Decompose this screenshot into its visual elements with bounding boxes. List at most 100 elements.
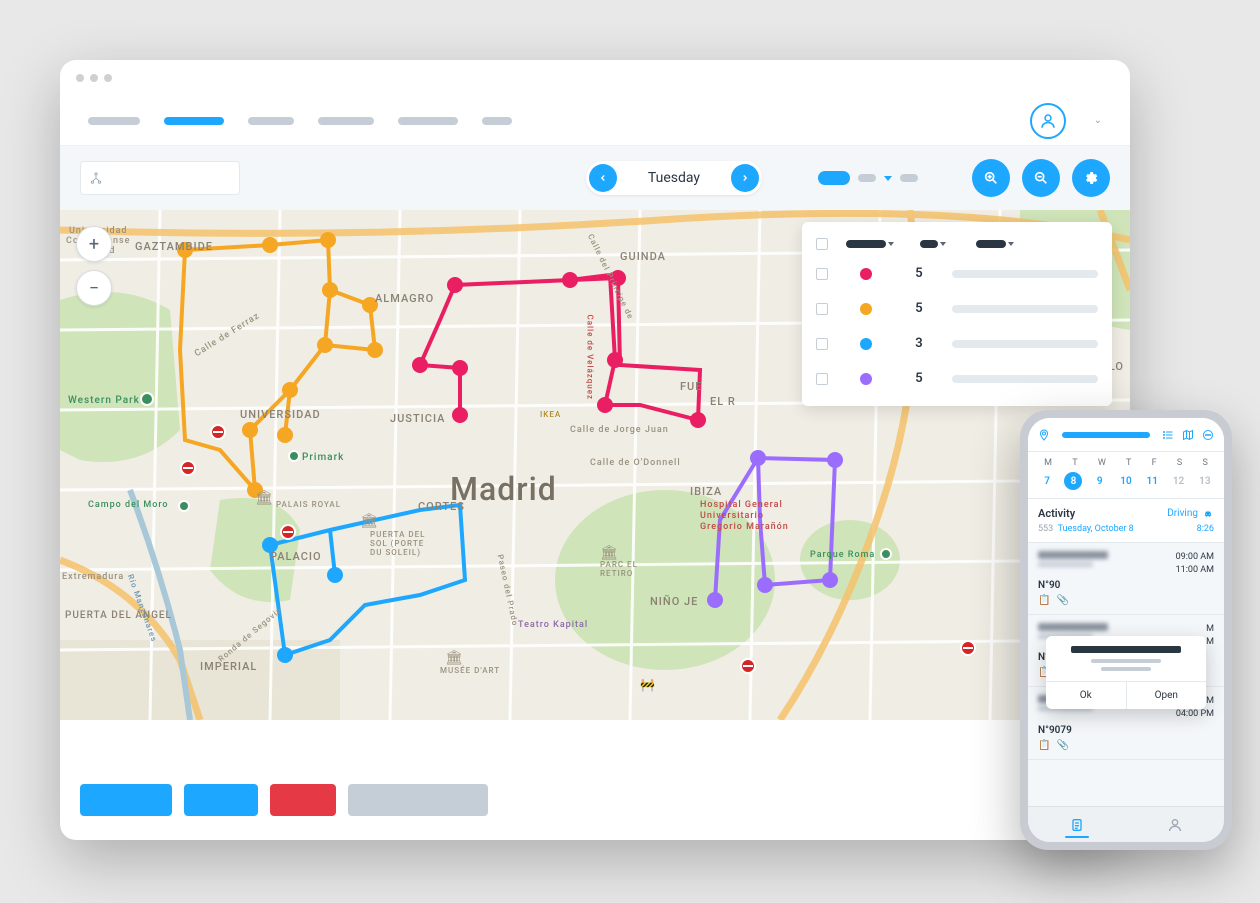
select-all-checkbox[interactable] [816,238,828,250]
nav-item[interactable] [318,117,374,125]
nav-item[interactable] [482,117,512,125]
map-area-label: PUERTA DEL ÁNGEL [65,610,172,621]
activity-time: 8:26 [1197,524,1214,534]
poi-dot [178,500,190,512]
map[interactable]: GAZTAMBIDE ALMAGRO GUINDA QUINTANA UNIVE… [60,210,1130,720]
day-letter: S [1202,458,1207,468]
day-selector: Tuesday [586,161,762,195]
poi-dot [880,548,892,560]
route-checkbox[interactable] [816,268,828,280]
footer-button-1[interactable] [80,784,172,816]
phone-screen: MTWTFSS 78910111213 Activity Driving 553… [1028,418,1224,842]
phone-activity-section: Activity Driving 553 Tuesday, October 8 … [1028,499,1224,543]
map-poi: Teatro Kapital [518,620,588,630]
route-color-dot [860,338,872,350]
no-entry-icon [180,460,196,476]
route-count: 5 [904,266,934,281]
phone-popup: Ok Open [1046,636,1206,709]
map-hospital: Hospital General Universitario Gregorio … [700,500,789,532]
clipboard-icon [1069,817,1085,833]
next-day-button[interactable] [731,164,759,192]
map-poi: Campo del Moro [88,500,169,510]
nav-item[interactable] [398,117,458,125]
filter-pill [818,171,850,185]
phone-list-item[interactable]: 09:00 AM11:00 AMN°90📋📎 [1028,543,1224,615]
activity-date: Tuesday, October 8 [1058,524,1134,534]
date-cell[interactable]: 12 [1170,472,1188,490]
phone-date-row: 789 10 11 12 13 [1028,470,1224,499]
nav-item[interactable] [248,117,294,125]
calendar-icon: 📋 [1038,595,1050,606]
chevron-down-icon[interactable]: ⌄ [1094,115,1102,126]
map-landmark: MUSÉE D'ART [440,666,500,675]
popup-text [1101,667,1151,671]
date-cell[interactable]: 7 [1038,472,1056,490]
search-input[interactable] [80,161,240,195]
popup-open-button[interactable]: Open [1127,682,1207,709]
tab-profile[interactable] [1126,807,1224,842]
footer-button-delete[interactable] [270,784,336,816]
date-cell[interactable]: 9 [1091,472,1109,490]
map-area-label: JUSTICIA [390,412,445,425]
map-area-label: IBIZA [690,485,722,498]
zoom-in-icon [983,170,999,186]
window-dot [76,74,84,82]
map-zoom-out[interactable]: − [76,270,112,306]
item-time: MM [1206,623,1214,648]
zoom-in-button[interactable] [972,159,1010,197]
route-checkbox[interactable] [816,338,828,350]
window-controls [60,60,1130,96]
list-icon[interactable] [1162,429,1174,441]
route-count: 3 [904,336,934,351]
person-icon [1039,112,1057,130]
zoom-out-button[interactable] [1022,159,1060,197]
route-count: 5 [904,301,934,316]
route-bar [952,375,1098,383]
day-label: Tuesday [620,170,728,186]
attachment-icon: 📎 [1056,740,1068,751]
driving-label[interactable]: Driving [1167,508,1214,519]
gear-icon [1083,170,1099,186]
footer-button-2[interactable] [184,784,258,816]
map-area-label: FUE [680,380,702,393]
nav-item-active[interactable] [164,117,224,125]
poi-dot [140,392,154,406]
route-row[interactable]: 5 [802,291,1112,326]
pin-icon [1038,429,1050,441]
map-street: Calle de Jorge Juan [570,425,669,435]
map-icon[interactable] [1182,429,1194,441]
routes-header [802,232,1112,256]
date-cell[interactable]: 11 [1143,472,1161,490]
day-letter: T [1126,458,1131,468]
route-row[interactable]: 5 [802,256,1112,291]
more-icon[interactable] [1202,429,1214,441]
filter-group[interactable] [818,171,918,185]
route-checkbox[interactable] [816,373,828,385]
day-letter: S [1177,458,1182,468]
nav-item[interactable] [88,117,140,125]
tab-list[interactable] [1028,807,1126,842]
settings-button[interactable] [1072,159,1110,197]
route-color-dot [860,268,872,280]
user-avatar[interactable] [1030,103,1066,139]
activity-num: 553 [1038,524,1053,534]
prev-day-button[interactable] [589,164,617,192]
attachment-icon: 📎 [1056,595,1068,606]
map-landmark: PUERTA DEL SOL (PORTE DU SOLEIL) [370,530,426,557]
date-cell[interactable]: 8 [1064,472,1082,490]
map-zoom-in[interactable]: + [76,226,112,262]
chevron-left-icon [598,173,608,183]
date-cell[interactable]: 10 [1117,472,1135,490]
route-row[interactable]: 3 [802,326,1112,361]
map-landmark: PARC EL RETIRO [600,560,638,578]
popup-ok-button[interactable]: Ok [1046,682,1127,709]
route-checkbox[interactable] [816,303,828,315]
popup-text [1091,659,1161,663]
caret-down-icon [884,176,892,181]
date-cell[interactable]: 13 [1196,472,1214,490]
route-row[interactable]: 5 [802,361,1112,396]
day-letter: M [1044,458,1052,468]
filter-drop [858,174,876,182]
building-icon: 🏛 [255,490,273,506]
browser-window: ⌄ Tuesday [60,60,1130,840]
